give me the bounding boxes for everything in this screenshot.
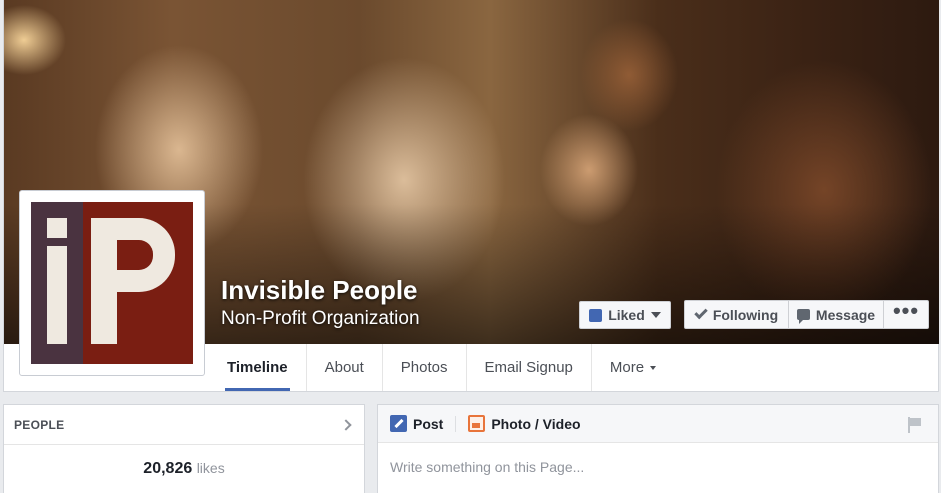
liked-button-label: Liked	[608, 307, 645, 323]
tab-photos[interactable]: Photos	[383, 344, 467, 391]
likes-count: 20,826	[143, 460, 193, 477]
tab-email-signup[interactable]: Email Signup	[467, 344, 592, 391]
invisible-people-logo	[31, 202, 193, 364]
page-tabs: Timeline About Photos Email Signup More	[209, 344, 674, 391]
composer-tab-label: Post	[413, 415, 444, 432]
message-button[interactable]: Message	[789, 301, 884, 328]
chevron-right-icon[interactable]	[340, 418, 352, 431]
flag-icon[interactable]	[908, 417, 922, 433]
thumbs-up-icon	[589, 308, 603, 322]
page-action-buttons: Following Message •••	[684, 297, 929, 329]
caret-down-icon	[650, 365, 657, 370]
logo-p-panel	[83, 202, 193, 364]
tab-label: Timeline	[227, 359, 288, 376]
pencil-icon	[390, 415, 407, 432]
following-button[interactable]: Following	[685, 301, 789, 328]
profile-picture[interactable]	[19, 190, 205, 376]
composer-input[interactable]: Write something on this Page...	[378, 443, 938, 491]
logo-p-bowl	[109, 218, 175, 292]
tab-more[interactable]: More	[592, 344, 674, 391]
photo-icon	[468, 415, 486, 432]
more-options-button[interactable]: •••	[884, 297, 928, 328]
logo-i-panel	[31, 202, 83, 364]
post-composer: Post Photo / Video Write something on th…	[377, 404, 939, 493]
tab-label: About	[324, 359, 364, 376]
composer-tab-label: Photo / Video	[491, 415, 581, 432]
tab-label: Photos	[400, 359, 448, 376]
more-dots-icon: •••	[892, 297, 920, 323]
message-icon	[796, 309, 810, 324]
composer-tab-photo-video[interactable]: Photo / Video	[468, 415, 581, 432]
people-card-title: PEOPLE	[14, 417, 65, 432]
following-button-label: Following	[712, 306, 779, 323]
composer-tab-post[interactable]: Post	[390, 415, 443, 432]
people-card: PEOPLE 20,826 likes	[3, 404, 365, 493]
tab-about[interactable]: About	[307, 344, 383, 391]
tab-timeline[interactable]: Timeline	[209, 344, 307, 391]
likes-label: likes	[196, 460, 225, 476]
chevron-down-icon	[650, 312, 661, 318]
divider	[455, 415, 457, 432]
facebook-page: Invisible People Non-Profit Organization…	[0, 0, 941, 493]
page-title[interactable]: Invisible People	[221, 275, 418, 306]
flag-cloth	[910, 418, 921, 426]
logo-i-dot	[47, 218, 67, 238]
liked-button[interactable]: Liked	[579, 301, 671, 329]
page-category[interactable]: Non-Profit Organization	[221, 308, 420, 330]
people-card-header[interactable]: PEOPLE	[4, 405, 364, 445]
tab-label: Email Signup	[484, 359, 573, 376]
checkmark-icon	[694, 305, 708, 320]
composer-tabs: Post Photo / Video	[378, 405, 938, 443]
logo-i-stem	[47, 246, 67, 344]
tab-label: More	[609, 359, 645, 376]
message-button-label: Message	[815, 306, 876, 323]
likes-summary: 20,826 likes	[4, 445, 364, 478]
